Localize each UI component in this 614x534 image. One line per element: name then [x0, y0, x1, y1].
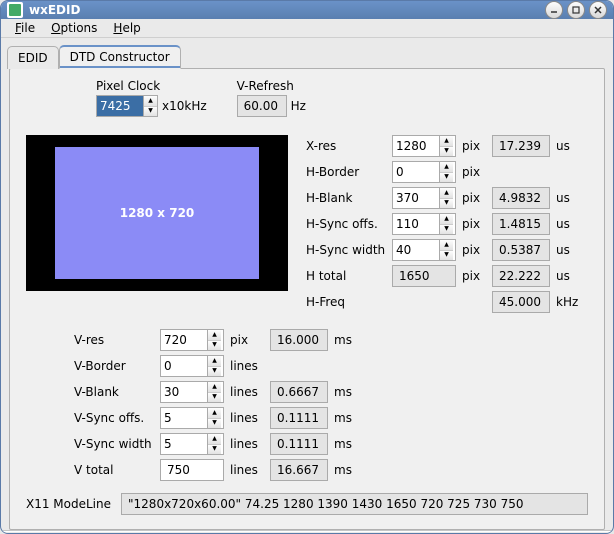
modeline-value[interactable]: "1280x720x60.00" 74.25 1280 1390 1430 16… [121, 493, 588, 515]
chevron-down-icon[interactable]: ▼ [208, 341, 221, 351]
vtotal-ms: 16.667 [270, 459, 328, 481]
chevron-down-icon[interactable]: ▼ [208, 393, 221, 403]
menu-file[interactable]: File [7, 19, 43, 37]
hsyncoffs-input[interactable]: ▲▼ [392, 213, 456, 235]
chevron-down-icon[interactable]: ▼ [440, 251, 453, 261]
hfreq-value: 45.000 [492, 291, 550, 313]
hsyncw-input[interactable]: ▲▼ [392, 239, 456, 261]
chevron-down-icon[interactable]: ▼ [144, 107, 157, 117]
htotal-us: 22.222 [492, 265, 550, 287]
htotal-label: H total [306, 269, 386, 283]
resolution-preview: 1280 x 720 [26, 135, 288, 291]
hblank-label: H-Blank [306, 191, 386, 205]
xres-input[interactable]: ▲▼ [392, 135, 456, 157]
tab-dtd-constructor[interactable]: DTD Constructor [59, 45, 181, 69]
vrefresh-value: 60.00 [237, 95, 287, 117]
hblank-input[interactable]: ▲▼ [392, 187, 456, 209]
chevron-up-icon[interactable]: ▲ [208, 434, 221, 445]
chevron-down-icon[interactable]: ▼ [208, 445, 221, 455]
chevron-down-icon[interactable]: ▼ [440, 199, 453, 209]
dtd-panel: Pixel Clock ▲▼ x10kHz V-Refresh 60.00 Hz [9, 68, 605, 530]
chevron-down-icon[interactable]: ▼ [208, 367, 221, 377]
chevron-up-icon[interactable]: ▲ [440, 214, 453, 225]
tabstrip: EDID DTD Constructor [1, 38, 613, 68]
pixel-clock-field[interactable] [97, 96, 143, 116]
pixel-clock-unit: x10kHz [162, 99, 207, 113]
hsyncw-label: H-Sync width [306, 243, 386, 257]
chevron-up-icon[interactable]: ▲ [208, 330, 221, 341]
chevron-up-icon[interactable]: ▲ [440, 162, 453, 173]
chevron-down-icon[interactable]: ▼ [208, 419, 221, 429]
hfreq-label: H-Freq [306, 295, 386, 309]
vtotal-label: V total [74, 463, 154, 477]
hborder-input[interactable]: ▲▼ [392, 161, 456, 183]
hsyncw-us: 0.5387 [492, 239, 550, 261]
horizontal-grid: X-res ▲▼ pix 17.239 us H-Border ▲▼ pix H… [306, 135, 576, 313]
vertical-grid: V-res ▲▼ pix 16.000 ms V-Border ▲▼ lines… [74, 329, 588, 481]
window-title: wxEDID [29, 3, 541, 17]
vsyncw-label: V-Sync width [74, 437, 154, 451]
statusbar: EDID block 1 checksum= 0xA0 OK Group off… [1, 530, 613, 534]
chevron-up-icon[interactable]: ▲ [440, 240, 453, 251]
preview-text: 1280 x 720 [120, 206, 195, 220]
vblank-label: V-Blank [74, 385, 154, 399]
vborder-input[interactable]: ▲▼ [160, 355, 224, 377]
chevron-up-icon[interactable]: ▲ [144, 96, 157, 107]
chevron-up-icon[interactable]: ▲ [208, 356, 221, 367]
vsyncw-ms: 0.1111 [270, 433, 328, 455]
app-icon [7, 2, 23, 18]
vres-ms: 16.000 [270, 329, 328, 351]
hborder-label: H-Border [306, 165, 386, 179]
window: wxEDID File Options Help EDID DTD Constr… [0, 0, 614, 534]
vblank-ms: 0.6667 [270, 381, 328, 403]
vsyncw-input[interactable]: ▲▼ [160, 433, 224, 455]
preview-inner: 1280 x 720 [55, 147, 259, 279]
pixel-clock-label: Pixel Clock [96, 79, 207, 93]
menu-options[interactable]: Options [43, 19, 105, 37]
hsyncoffs-label: H-Sync offs. [306, 217, 386, 231]
vsyncoffs-input[interactable]: ▲▼ [160, 407, 224, 429]
pixel-clock-stepper[interactable]: ▲▼ [143, 96, 157, 116]
vrefresh-unit: Hz [291, 99, 306, 113]
titlebar: wxEDID [1, 1, 613, 19]
chevron-up-icon[interactable]: ▲ [208, 382, 221, 393]
menu-help[interactable]: Help [105, 19, 148, 37]
chevron-up-icon[interactable]: ▲ [440, 136, 453, 147]
chevron-down-icon[interactable]: ▼ [440, 225, 453, 235]
xres-us: 17.239 [492, 135, 550, 157]
client-area: EDID DTD Constructor Pixel Clock ▲▼ x10k… [1, 38, 613, 534]
tab-edid[interactable]: EDID [7, 46, 59, 69]
vborder-label: V-Border [74, 359, 154, 373]
vres-label: V-res [74, 333, 154, 347]
close-button[interactable] [589, 1, 607, 19]
vrefresh-label: V-Refresh [237, 79, 306, 93]
vsyncoffs-label: V-Sync offs. [74, 411, 154, 425]
xres-label: X-res [306, 139, 386, 153]
modeline-label: X11 ModeLine [26, 497, 111, 511]
htotal-value: 1650 [392, 265, 456, 287]
chevron-down-icon[interactable]: ▼ [440, 147, 453, 157]
vres-input[interactable]: ▲▼ [160, 329, 224, 351]
menubar: File Options Help [1, 19, 613, 38]
vsyncoffs-ms: 0.1111 [270, 407, 328, 429]
minimize-button[interactable] [545, 1, 563, 19]
vblank-input[interactable]: ▲▼ [160, 381, 224, 403]
hblank-us: 4.9832 [492, 187, 550, 209]
chevron-up-icon[interactable]: ▲ [208, 408, 221, 419]
maximize-button[interactable] [567, 1, 585, 19]
vtotal-value: 750 [160, 459, 224, 481]
hsyncoffs-us: 1.4815 [492, 213, 550, 235]
chevron-down-icon[interactable]: ▼ [440, 173, 453, 183]
chevron-up-icon[interactable]: ▲ [440, 188, 453, 199]
pixel-clock-input[interactable]: ▲▼ [96, 95, 158, 117]
